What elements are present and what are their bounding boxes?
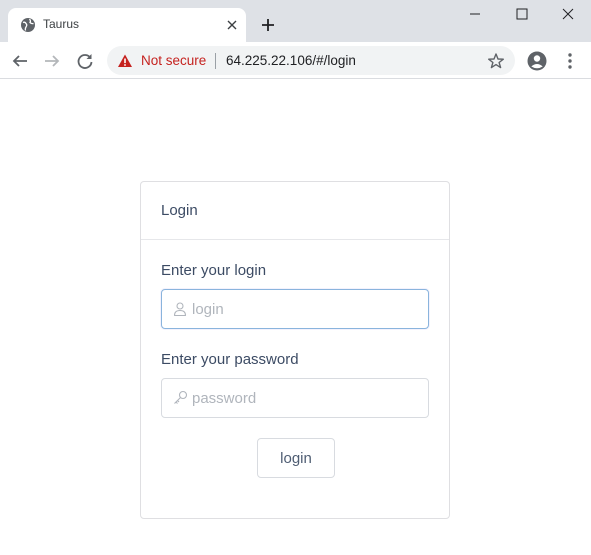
address-bar[interactable]: Not secure 64.225.22.106/#/login [107, 46, 515, 75]
window-close-icon[interactable] [545, 0, 591, 30]
user-icon [173, 302, 187, 317]
maximize-icon[interactable] [498, 0, 544, 30]
minimize-icon[interactable] [452, 0, 498, 30]
reload-icon[interactable] [74, 50, 96, 72]
browser-toolbar: Not secure 64.225.22.106/#/login [0, 42, 591, 79]
address-separator [215, 53, 216, 69]
browser-tabstrip: Taurus [0, 0, 591, 42]
url-text[interactable]: 64.225.22.106/#/login [226, 53, 356, 68]
key-icon [174, 390, 188, 404]
login-field[interactable] [161, 289, 429, 329]
browser-tab[interactable]: Taurus [8, 8, 246, 42]
login-card: Login Enter your login Enter your passwo… [140, 181, 450, 519]
login-button[interactable]: login [257, 438, 335, 478]
new-tab-icon[interactable] [258, 15, 278, 35]
password-label: Enter your password [161, 351, 299, 368]
card-title: Login [161, 202, 198, 219]
login-label: Enter your login [161, 262, 267, 279]
kebab-menu-icon[interactable] [560, 51, 580, 71]
security-status[interactable]: Not secure [141, 53, 206, 68]
card-header: Login [141, 182, 449, 240]
tab-title: Taurus [43, 17, 80, 31]
password-input[interactable] [192, 379, 424, 417]
globe-icon [21, 18, 35, 32]
back-arrow-icon[interactable] [9, 50, 31, 72]
warning-icon[interactable] [117, 53, 133, 69]
password-field[interactable] [161, 378, 429, 418]
profile-icon[interactable] [526, 50, 548, 72]
bookmark-star-icon[interactable] [487, 52, 505, 70]
login-input[interactable] [192, 290, 424, 328]
forward-arrow-icon[interactable] [41, 50, 63, 72]
close-tab-icon[interactable] [225, 18, 239, 32]
